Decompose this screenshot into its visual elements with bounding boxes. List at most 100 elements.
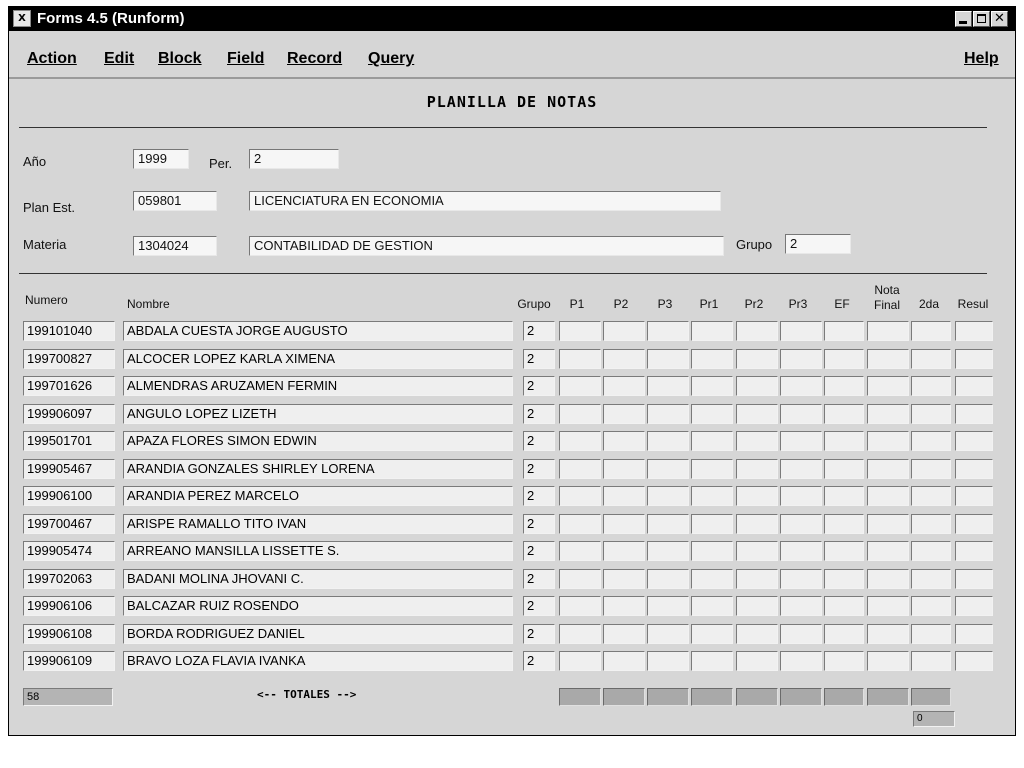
p3-cell[interactable] (647, 513, 689, 534)
menu-action[interactable]: Action (27, 50, 77, 68)
numero-cell[interactable]: 199700827 (23, 348, 115, 369)
grupo-cell[interactable]: 2 (523, 486, 555, 506)
p1-cell[interactable] (559, 623, 601, 644)
2da-cell[interactable] (911, 651, 951, 671)
p1-cell[interactable] (559, 513, 601, 534)
nombre-cell[interactable]: ALCOCER LOPEZ KARLA XIMENA (123, 348, 513, 369)
ef-cell[interactable] (824, 348, 864, 369)
resul-cell[interactable] (955, 376, 993, 396)
pr3-cell[interactable] (780, 486, 822, 506)
ef-cell[interactable] (824, 376, 864, 396)
pr1-cell[interactable] (691, 623, 733, 644)
nombre-cell[interactable]: ARISPE RAMALLO TITO IVAN (123, 513, 513, 534)
grupo-cell[interactable]: 2 (523, 623, 555, 644)
p2-cell[interactable] (603, 376, 645, 396)
p3-cell[interactable] (647, 651, 689, 671)
nombre-cell[interactable]: BALCAZAR RUIZ ROSENDO (123, 596, 513, 616)
p3-cell[interactable] (647, 431, 689, 451)
nota-final-cell[interactable] (867, 458, 909, 479)
menu-block[interactable]: Block (158, 50, 202, 68)
numero-cell[interactable]: 199101040 (23, 321, 115, 341)
pr2-cell[interactable] (736, 321, 778, 341)
nota-final-cell[interactable] (867, 486, 909, 506)
p2-cell[interactable] (603, 403, 645, 424)
pr2-cell[interactable] (736, 596, 778, 616)
p2-cell[interactable] (603, 321, 645, 341)
resul-cell[interactable] (955, 458, 993, 479)
p1-cell[interactable] (559, 403, 601, 424)
pr3-cell[interactable] (780, 596, 822, 616)
menu-help[interactable]: Help (964, 50, 999, 68)
ef-cell[interactable] (824, 513, 864, 534)
pr2-cell[interactable] (736, 403, 778, 424)
nota-final-cell[interactable] (867, 348, 909, 369)
2da-cell[interactable] (911, 541, 951, 561)
numero-cell[interactable]: 199906097 (23, 403, 115, 424)
nombre-cell[interactable]: ABDALA CUESTA JORGE AUGUSTO (123, 321, 513, 341)
nota-final-cell[interactable] (867, 321, 909, 341)
grupo-field[interactable]: 2 (785, 234, 851, 254)
pr2-cell[interactable] (736, 623, 778, 644)
2da-cell[interactable] (911, 513, 951, 534)
nota-final-cell[interactable] (867, 623, 909, 644)
resul-cell[interactable] (955, 541, 993, 561)
pr1-cell[interactable] (691, 431, 733, 451)
pr3-cell[interactable] (780, 348, 822, 369)
pr1-cell[interactable] (691, 596, 733, 616)
p2-cell[interactable] (603, 596, 645, 616)
pr3-cell[interactable] (780, 431, 822, 451)
p3-cell[interactable] (647, 596, 689, 616)
pr1-cell[interactable] (691, 541, 733, 561)
resul-cell[interactable] (955, 431, 993, 451)
pr1-cell[interactable] (691, 568, 733, 589)
minimize-button[interactable] (955, 11, 972, 27)
p2-cell[interactable] (603, 623, 645, 644)
p1-cell[interactable] (559, 568, 601, 589)
p1-cell[interactable] (559, 376, 601, 396)
pr2-cell[interactable] (736, 651, 778, 671)
pr3-cell[interactable] (780, 321, 822, 341)
nota-final-cell[interactable] (867, 596, 909, 616)
nota-final-cell[interactable] (867, 541, 909, 561)
per-field[interactable]: 2 (249, 149, 339, 169)
nota-final-cell[interactable] (867, 568, 909, 589)
ef-cell[interactable] (824, 486, 864, 506)
pr1-cell[interactable] (691, 321, 733, 341)
p1-cell[interactable] (559, 486, 601, 506)
pr1-cell[interactable] (691, 403, 733, 424)
grupo-cell[interactable]: 2 (523, 651, 555, 671)
plan-code-field[interactable]: 059801 (133, 191, 217, 211)
p2-cell[interactable] (603, 486, 645, 506)
ef-cell[interactable] (824, 541, 864, 561)
app-icon[interactable]: X (13, 10, 31, 27)
close-button[interactable]: ✕ (991, 11, 1008, 27)
nombre-cell[interactable]: BADANI MOLINA JHOVANI C. (123, 568, 513, 589)
pr3-cell[interactable] (780, 403, 822, 424)
numero-cell[interactable]: 199905467 (23, 458, 115, 479)
title-bar[interactable]: X Forms 4.5 (Runform) ✕ (9, 7, 1015, 31)
numero-cell[interactable]: 199906109 (23, 651, 115, 671)
p2-cell[interactable] (603, 513, 645, 534)
p1-cell[interactable] (559, 321, 601, 341)
numero-cell[interactable]: 199906106 (23, 596, 115, 616)
nota-final-cell[interactable] (867, 513, 909, 534)
pr3-cell[interactable] (780, 568, 822, 589)
pr2-cell[interactable] (736, 513, 778, 534)
p2-cell[interactable] (603, 541, 645, 561)
ef-cell[interactable] (824, 623, 864, 644)
p2-cell[interactable] (603, 651, 645, 671)
p2-cell[interactable] (603, 568, 645, 589)
nota-final-cell[interactable] (867, 403, 909, 424)
pr1-cell[interactable] (691, 486, 733, 506)
anio-field[interactable]: 1999 (133, 149, 189, 169)
nombre-cell[interactable]: BORDA RODRIGUEZ DANIEL (123, 623, 513, 644)
ef-cell[interactable] (824, 651, 864, 671)
p3-cell[interactable] (647, 348, 689, 369)
nota-final-cell[interactable] (867, 431, 909, 451)
2da-cell[interactable] (911, 486, 951, 506)
grupo-cell[interactable]: 2 (523, 541, 555, 561)
materia-name-field[interactable]: CONTABILIDAD DE GESTION (249, 236, 724, 256)
resul-cell[interactable] (955, 486, 993, 506)
resul-cell[interactable] (955, 623, 993, 644)
grupo-cell[interactable]: 2 (523, 568, 555, 589)
